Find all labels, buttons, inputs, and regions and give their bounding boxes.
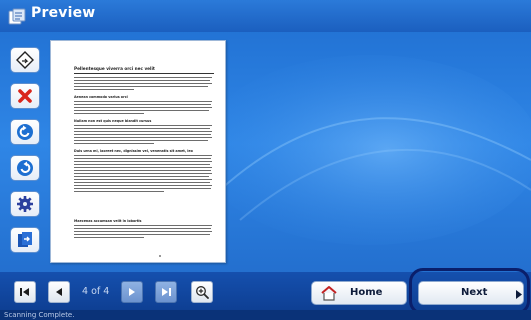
background-glow xyxy=(200,55,531,245)
home-icon xyxy=(321,286,337,301)
document-preview[interactable]: Pellentesque viverra orci nec velit Aene… xyxy=(50,40,226,263)
rotate-left-button[interactable] xyxy=(10,119,40,145)
text-line xyxy=(74,225,212,227)
settings-button[interactable] xyxy=(10,191,40,217)
preview-app-icon xyxy=(8,8,26,25)
export-icon xyxy=(18,232,32,247)
text-line xyxy=(74,191,164,193)
window-title: Preview xyxy=(31,5,96,21)
text-line xyxy=(74,188,211,190)
text-line xyxy=(74,83,212,85)
status-text: Scanning Complete. xyxy=(4,311,75,319)
text-line xyxy=(74,137,212,139)
first-page-button[interactable] xyxy=(14,281,36,303)
page-counter: 4 of 4 xyxy=(82,286,110,297)
section-title: Maecenas accumsan velit in lobortis xyxy=(74,219,142,223)
text-line xyxy=(74,228,211,230)
next-button[interactable]: Next xyxy=(418,281,524,305)
rotate-right-icon xyxy=(17,160,33,176)
export-button[interactable] xyxy=(10,227,40,253)
rotate-left-icon xyxy=(17,124,33,140)
text-line xyxy=(74,237,144,239)
text-line xyxy=(74,125,212,127)
text-line xyxy=(74,179,212,181)
chevron-right-icon xyxy=(516,290,522,299)
gear-icon xyxy=(17,196,33,212)
skip-last-icon xyxy=(162,288,171,296)
last-page-button[interactable] xyxy=(155,281,177,303)
section-title: Duis urna mi, laoreet nec, dignissim vel… xyxy=(74,149,193,153)
text-line xyxy=(74,128,210,130)
text-line xyxy=(74,170,211,172)
text-line xyxy=(74,158,211,160)
rotate-right-button[interactable] xyxy=(10,155,40,181)
text-line xyxy=(74,167,212,169)
text-line xyxy=(74,173,212,175)
section-title: Nullam non est quis neque blandit cursus xyxy=(74,119,152,123)
document-heading: Pellentesque viverra orci nec velit xyxy=(74,66,155,71)
text-line xyxy=(74,104,211,106)
arrow-left-icon xyxy=(56,288,62,296)
home-button[interactable]: Home xyxy=(311,281,407,305)
skip-first-icon xyxy=(20,288,29,296)
text-line xyxy=(74,131,212,133)
x-icon xyxy=(18,89,32,103)
text-line xyxy=(74,161,212,163)
title-bar: Preview xyxy=(0,0,531,32)
text-line xyxy=(74,182,210,184)
text-line xyxy=(74,77,212,79)
text-line xyxy=(74,164,210,166)
text-line xyxy=(74,110,209,112)
magnifier-plus-icon xyxy=(196,286,209,299)
rotate-select-button[interactable] xyxy=(10,47,40,73)
text-line xyxy=(74,185,212,187)
previous-page-button[interactable] xyxy=(48,281,70,303)
text-line xyxy=(74,80,210,82)
text-line xyxy=(74,89,134,91)
delete-button[interactable] xyxy=(10,83,40,109)
text-line xyxy=(74,143,154,145)
zoom-button[interactable] xyxy=(191,281,213,303)
arrow-right-icon xyxy=(129,288,135,296)
text-line xyxy=(74,101,212,103)
next-page-button[interactable] xyxy=(121,281,143,303)
diamond-arrow-icon xyxy=(16,51,34,69)
text-line xyxy=(74,234,210,236)
text-line xyxy=(74,86,208,88)
page-number-mark xyxy=(159,255,161,257)
text-line xyxy=(74,140,208,142)
next-button-label: Next xyxy=(461,287,488,298)
text-line xyxy=(74,176,209,178)
heading-rule xyxy=(74,73,214,74)
status-bar xyxy=(0,310,531,320)
text-line xyxy=(74,134,211,136)
home-button-label: Home xyxy=(350,287,383,298)
section-title: Aenean commodo varius orci xyxy=(74,95,128,99)
text-line xyxy=(74,155,212,157)
text-line xyxy=(74,113,144,115)
text-line xyxy=(74,107,212,109)
text-line xyxy=(74,231,212,233)
preview-window: Preview Pellentesque viverra orci nec ve… xyxy=(0,0,531,320)
